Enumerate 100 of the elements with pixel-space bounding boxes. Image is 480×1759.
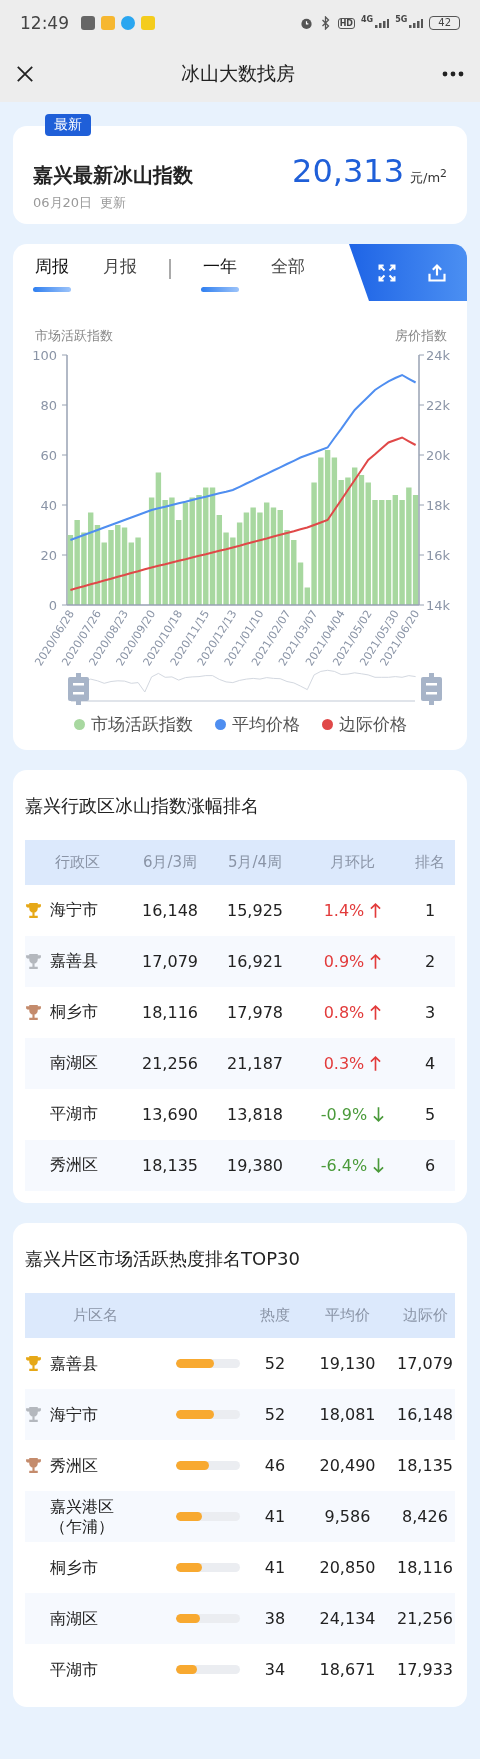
range-tab[interactable]: 全部 [268,244,307,292]
rank-cell-text: 3 [423,1003,437,1022]
table-cell-text: 34 [263,1660,287,1679]
more-icon[interactable] [442,71,464,77]
table-cell-text: 19,130 [318,1354,377,1373]
axis-tick-label: 60 [40,448,57,463]
table-cell-text: 16,148 [396,1405,454,1424]
range-handle[interactable] [68,673,89,705]
table-cell-text: 18,116 [396,1558,454,1577]
table-cell-text: 17,079 [141,952,199,971]
table-cell-text: 9,586 [323,1507,372,1526]
axis-tick-label: 16k [426,548,451,563]
period-tab[interactable]: 月报 [101,244,139,292]
change-value: 0.8% [323,1003,365,1022]
table-cell-text: 18,671 [318,1660,377,1679]
table-cell-text: 17,978 [226,1003,284,1022]
axis-tick-label: 20 [40,548,57,563]
hd-indicator: HD [337,17,355,29]
column-header: 排名 [414,853,446,872]
heat-bar [175,1461,240,1470]
page-title: 冰山大数找房 [180,61,296,86]
change-value: 0.3% [323,1054,365,1073]
fullscreen-icon[interactable] [377,262,397,283]
latest-badge: 最新 [45,114,91,136]
column-header: 5月/4周 [226,853,284,872]
axis-tick-label: 14k [426,598,451,613]
heat-bar [175,1614,240,1623]
table-cell-text: 20,490 [318,1456,377,1475]
legend-label: 市场活跃指数 [90,713,193,736]
axis-tick-label: 24k [426,348,451,363]
table-cell-text: 52 [263,1354,287,1373]
table-cell-text: 38 [263,1609,287,1628]
area-name: 海宁市 [50,1404,99,1425]
table-cell-text: 46 [263,1456,287,1475]
battery-indicator: 42 [429,16,460,30]
column-header: 边际价 [401,1306,449,1325]
district-name: 桐乡市 [50,1002,98,1023]
rank-cell-text: 5 [423,1105,437,1124]
table-cell-text: 13,690 [141,1105,199,1124]
update-label: 更新 [100,194,127,212]
area-name: 平湖市 [50,1659,99,1680]
rank-cell-text: 2 [423,952,437,971]
change-value: 1.4% [323,901,365,920]
network-label: 5G [395,14,408,24]
update-date: 06月20日 [33,194,93,212]
district-name: 平湖市 [50,1104,98,1125]
axis-tick-label: 40 [40,498,57,513]
heat-bar [175,1359,240,1368]
district-name: 南湖区 [50,1053,98,1074]
axis-tick-label: 100 [32,348,57,363]
rank-cell-text: 6 [423,1156,437,1175]
heat-bar [175,1410,240,1419]
range-tab[interactable]: 一年 [200,244,239,292]
rank-cell-text: 1 [423,901,437,920]
table-cell-text: 18,081 [318,1405,377,1424]
column-header: 热度 [259,1306,291,1325]
share-icon[interactable] [427,262,447,283]
app-icon [101,16,115,30]
table-cell-text: 18,135 [396,1456,454,1475]
area-name: 嘉善县 [50,1353,99,1374]
table-cell-text: 41 [263,1558,287,1577]
close-icon[interactable] [16,65,34,83]
heat-bar [175,1563,240,1572]
index-unit: 元/m$^{2}$ [410,166,447,187]
rank-cell-text: 4 [423,1054,437,1073]
table-cell-text: 41 [263,1507,287,1526]
axis-title: 市场活跃指数 [35,327,113,345]
heat-bar [175,1665,240,1674]
table-cell-text: 21,256 [396,1609,454,1628]
period-tab[interactable]: 周报 [33,244,71,292]
heat-bar [175,1512,240,1521]
table-cell-text: 16,148 [141,901,199,920]
axis-tick-label: 20k [426,448,451,463]
table-cell-text: 19,380 [226,1156,284,1175]
signal-icon [375,18,390,28]
table-cell-text: 16,921 [226,952,284,971]
table-cell-text: 13,818 [226,1105,284,1124]
axis-tick-label: 0 [48,598,57,613]
range-handle[interactable] [421,673,442,705]
axis-title: 房价指数 [395,327,447,345]
table-cell-text: 17,079 [396,1354,454,1373]
axis-tick-label: 18k [426,498,451,513]
axis-tick-label: 22k [426,398,451,413]
area-name: 桐乡市 [50,1557,99,1578]
table-cell-text: 20,850 [318,1558,377,1577]
section-title: 嘉兴行政区冰山指数涨幅排名 [25,794,260,818]
table-cell-text: 24,134 [318,1609,377,1628]
table-cell-text: 17,933 [396,1660,454,1679]
change-value: -0.9% [320,1105,368,1124]
table-cell-text: 8,426 [401,1507,449,1526]
legend-label: 边际价格 [338,713,407,736]
table-cell-text: 18,116 [141,1003,199,1022]
table-cell-text: 18,135 [141,1156,199,1175]
column-header: 片区名 [71,1306,119,1325]
column-header: 行政区 [54,853,101,872]
app-icon [81,16,95,30]
area-name: 南湖区 [50,1608,99,1629]
district-name: 海宁市 [50,900,98,921]
area-name: 秀洲区 [50,1455,99,1476]
column-header: 月环比 [329,853,376,872]
